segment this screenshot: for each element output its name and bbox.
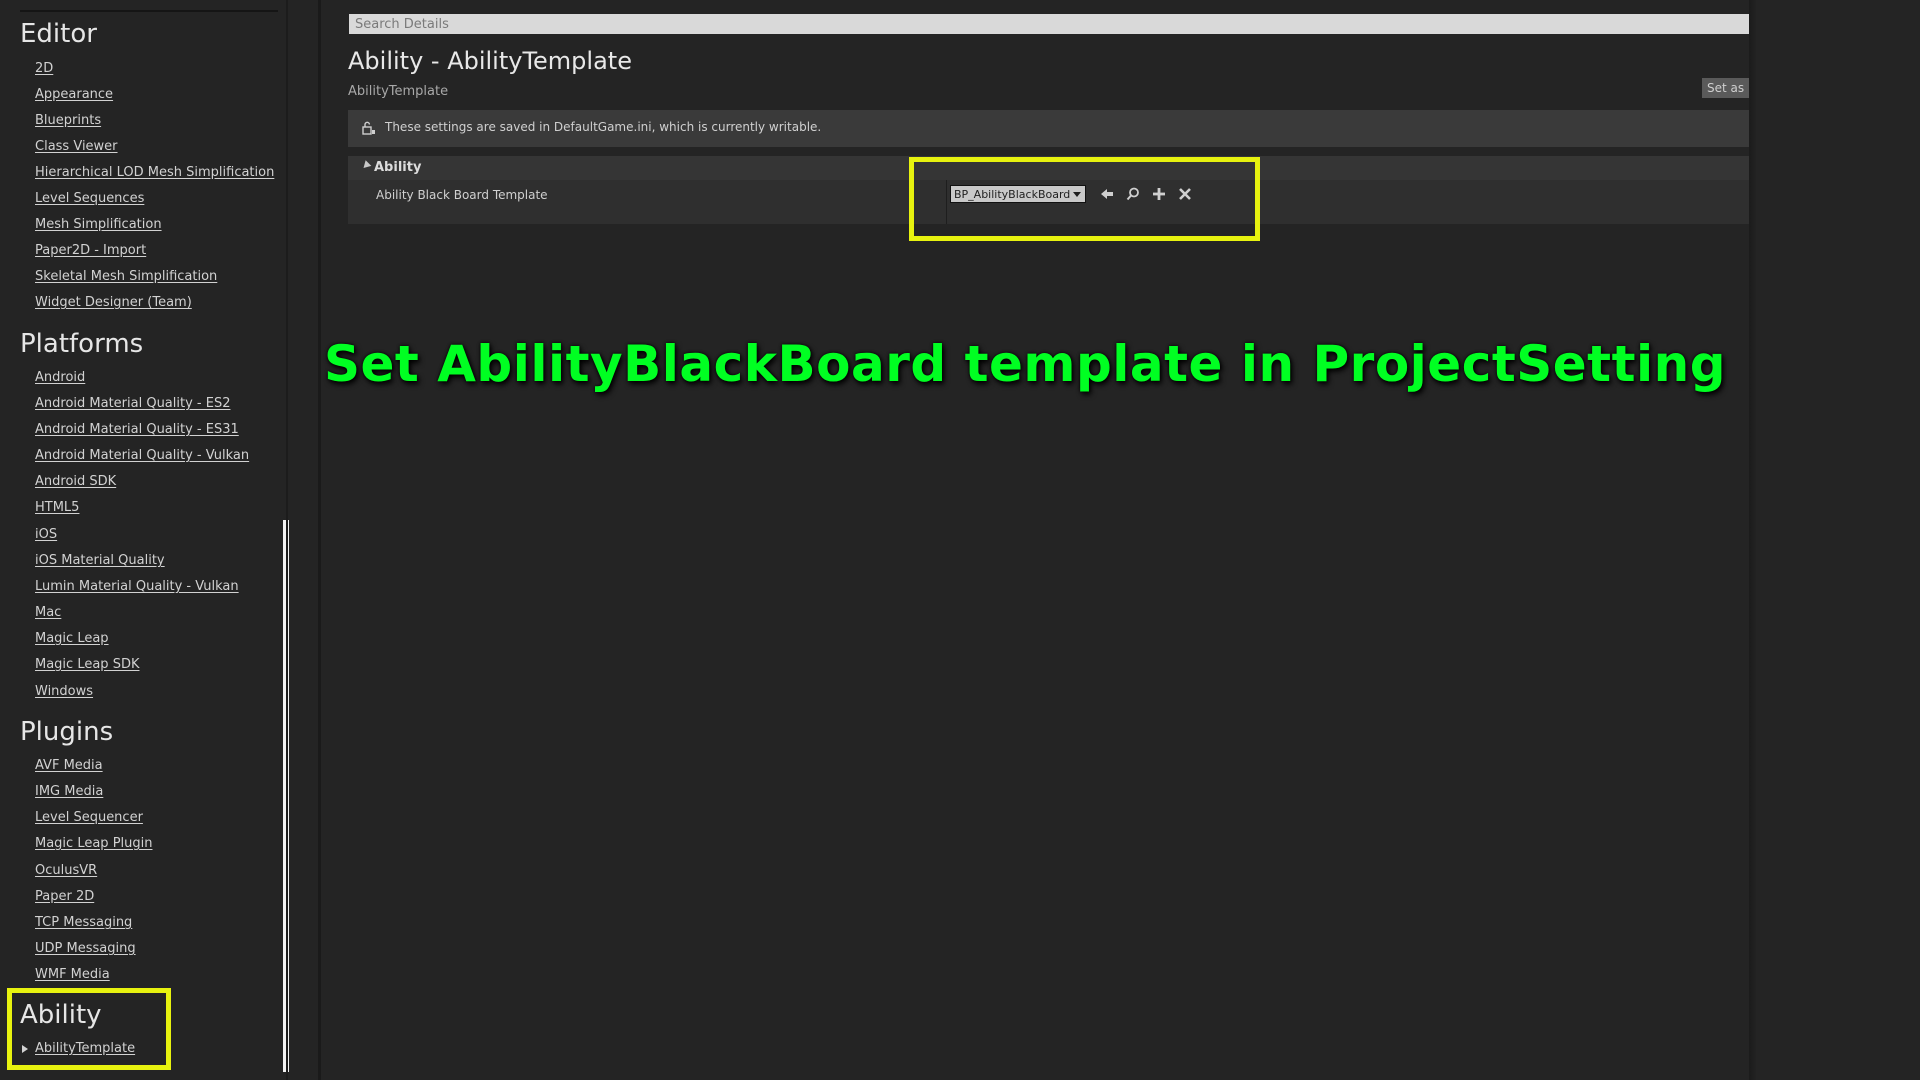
page-title: Ability - AbilityTemplate bbox=[348, 47, 632, 75]
sidebar-item-oculusvr[interactable]: OculusVR bbox=[35, 863, 97, 879]
sidebar-item-android-material-es2[interactable]: Android Material Quality - ES2 bbox=[35, 396, 230, 412]
sidebar-item-lumin-material-vulkan[interactable]: Lumin Material Quality - Vulkan bbox=[35, 579, 239, 595]
sidebar-item-android-material-es31[interactable]: Android Material Quality - ES31 bbox=[35, 422, 239, 438]
sidebar-item-blueprints[interactable]: Blueprints bbox=[35, 113, 101, 129]
highlight-box-sidebar-ability bbox=[7, 988, 171, 1070]
sidebar-item-wmf-media[interactable]: WMF Media bbox=[35, 967, 110, 983]
highlight-box-property bbox=[909, 157, 1260, 241]
sidebar-item-magic-leap-sdk[interactable]: Magic Leap SDK bbox=[35, 657, 139, 673]
sidebar-divider bbox=[286, 0, 288, 1080]
sidebar-item-windows[interactable]: Windows bbox=[35, 684, 93, 700]
sidebar-top-divider bbox=[20, 10, 278, 12]
sidebar-item-2d[interactable]: 2D bbox=[35, 61, 53, 77]
sidebar-item-level-sequences[interactable]: Level Sequences bbox=[35, 191, 144, 207]
sidebar-item-mesh-simplification[interactable]: Mesh Simplification bbox=[35, 217, 162, 233]
settings-sidebar: Editor 2D Appearance Blueprints Class Vi… bbox=[0, 0, 286, 1080]
sidebar-item-appearance[interactable]: Appearance bbox=[35, 87, 113, 103]
panel-right-edge bbox=[1749, 0, 1920, 1080]
sidebar-item-html5[interactable]: HTML5 bbox=[35, 500, 79, 516]
page-subtitle: AbilityTemplate bbox=[348, 84, 449, 99]
category-label: Ability bbox=[374, 160, 422, 175]
unlock-icon bbox=[362, 121, 375, 135]
section-title-editor: Editor bbox=[20, 19, 97, 49]
section-title-platforms: Platforms bbox=[20, 329, 144, 359]
annotation-caption: Set AbilityBlackBoard template in Projec… bbox=[324, 335, 1727, 393]
sidebar-item-class-viewer[interactable]: Class Viewer bbox=[35, 139, 118, 155]
sidebar-item-android[interactable]: Android bbox=[35, 370, 85, 386]
sidebar-item-img-media[interactable]: IMG Media bbox=[35, 784, 103, 800]
search-details-input[interactable] bbox=[349, 14, 1749, 34]
sidebar-item-ios-material-quality[interactable]: iOS Material Quality bbox=[35, 553, 165, 569]
sidebar-item-paper2d-import[interactable]: Paper2D - Import bbox=[35, 243, 146, 259]
collapse-arrow-icon[interactable] bbox=[360, 160, 372, 171]
sidebar-item-level-sequencer[interactable]: Level Sequencer bbox=[35, 810, 143, 826]
sidebar-item-ios[interactable]: iOS bbox=[35, 527, 57, 543]
sidebar-item-android-material-vulkan[interactable]: Android Material Quality - Vulkan bbox=[35, 448, 249, 464]
sidebar-item-magic-leap-plugin[interactable]: Magic Leap Plugin bbox=[35, 836, 152, 852]
config-info-text: These settings are saved in DefaultGame.… bbox=[385, 120, 822, 134]
sidebar-item-avf-media[interactable]: AVF Media bbox=[35, 758, 103, 774]
project-settings-window: Editor 2D Appearance Blueprints Class Vi… bbox=[0, 0, 1920, 1080]
sidebar-item-tcp-messaging[interactable]: TCP Messaging bbox=[35, 915, 132, 931]
sidebar-item-mac[interactable]: Mac bbox=[35, 605, 61, 621]
sidebar-item-android-sdk[interactable]: Android SDK bbox=[35, 474, 116, 490]
set-as-default-button[interactable]: Set as D bbox=[1702, 78, 1749, 98]
config-info-bar: These settings are saved in DefaultGame.… bbox=[348, 110, 1749, 147]
property-label: Ability Black Board Template bbox=[376, 188, 548, 202]
sidebar-item-hlod-mesh-simplification[interactable]: Hierarchical LOD Mesh Simplification bbox=[35, 165, 274, 181]
sidebar-item-widget-designer[interactable]: Widget Designer (Team) bbox=[35, 295, 192, 311]
sidebar-item-paper-2d[interactable]: Paper 2D bbox=[35, 889, 94, 905]
sidebar-item-magic-leap[interactable]: Magic Leap bbox=[35, 631, 109, 647]
section-title-plugins: Plugins bbox=[20, 717, 114, 747]
sidebar-item-udp-messaging[interactable]: UDP Messaging bbox=[35, 941, 136, 957]
panel-splitter[interactable] bbox=[318, 0, 321, 1080]
sidebar-item-skeletal-mesh-simplification[interactable]: Skeletal Mesh Simplification bbox=[35, 269, 217, 285]
